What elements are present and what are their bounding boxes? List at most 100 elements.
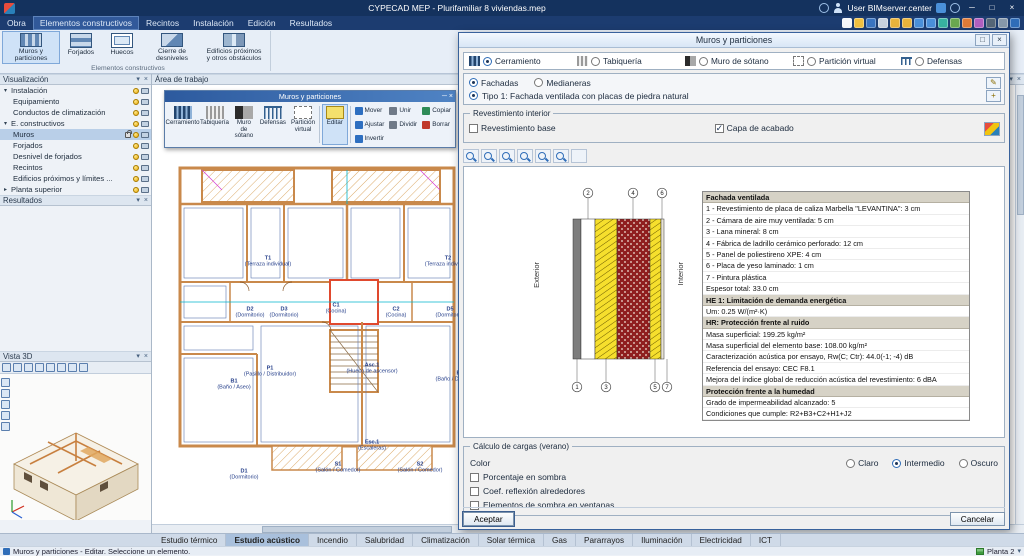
current-floor-label[interactable]: Planta 2	[987, 547, 1015, 556]
zoom-window-icon[interactable]	[481, 149, 497, 163]
pan-view-icon[interactable]	[57, 363, 66, 372]
menu-tab-resultados[interactable]: Resultados	[283, 16, 340, 30]
visibility-bulb-icon[interactable]	[133, 165, 139, 171]
ribbon-forjados-button[interactable]: Forjados	[61, 31, 101, 64]
tab-ict[interactable]: ICT	[751, 534, 781, 546]
print-layer-icon[interactable]	[141, 132, 149, 138]
tab-estudio-acustico[interactable]: Estudio acústico	[226, 534, 309, 546]
minimize-button[interactable]: ─	[964, 2, 980, 14]
pan-icon[interactable]	[938, 18, 948, 28]
ajustar-button[interactable]: Ajustar	[353, 118, 387, 131]
scrollbar-thumb[interactable]	[1017, 95, 1024, 215]
close-icon[interactable]: ×	[144, 353, 148, 360]
checkbox[interactable]	[470, 473, 479, 482]
radio-button[interactable]	[469, 78, 478, 87]
visibility-bulb-icon[interactable]	[133, 121, 139, 127]
print-layer-icon[interactable]	[141, 121, 149, 127]
top-view-icon[interactable]	[24, 363, 33, 372]
save-icon[interactable]	[866, 18, 876, 28]
tree-item-instalacion[interactable]: ▾ Instalación	[0, 85, 151, 96]
walk-tool-icon[interactable]	[1, 400, 10, 409]
tree-item-e-constructivos[interactable]: ▾ E. constructivos	[0, 118, 151, 129]
mover-button[interactable]: Mover	[353, 104, 387, 117]
fachadas-option[interactable]: Fachadas	[469, 78, 518, 88]
tab-gas[interactable]: Gas	[544, 534, 576, 546]
tree-item-desnivel-forjados[interactable]: Desnivel de forjados	[0, 151, 151, 162]
light-tool-icon[interactable]	[1, 422, 10, 431]
radio-button[interactable]	[846, 459, 855, 468]
print-layer-icon[interactable]	[141, 176, 149, 182]
cerramiento-tool-button[interactable]: Cerramiento	[167, 104, 198, 145]
bimserver-icon[interactable]	[936, 3, 946, 13]
wall-type-defensas[interactable]: Defensas	[896, 56, 1004, 66]
porcentaje-sombra-checkbox[interactable]: Porcentaje en sombra	[470, 470, 998, 484]
cancelar-button[interactable]: Cancelar	[950, 512, 1005, 526]
aceptar-button[interactable]: Aceptar	[463, 512, 514, 526]
tree-item-muros[interactable]: Muros	[0, 129, 151, 140]
wall-type-cerramiento[interactable]: Cerramiento	[464, 56, 572, 66]
radio-button[interactable]	[915, 57, 924, 66]
tab-solar-termica[interactable]: Solar térmica	[479, 534, 544, 546]
close-icon[interactable]: ×	[449, 91, 453, 102]
tree-item-edificios-proximos[interactable]: Edificios próximos y límites ...	[0, 173, 151, 184]
tree-item-conductos[interactable]: Conductos de climatización	[0, 107, 151, 118]
tab-incendio[interactable]: Incendio	[309, 534, 357, 546]
zoom-extents-icon[interactable]	[499, 149, 515, 163]
floor-plan[interactable]: T1(Terraza individual)T2(Terraza individ…	[172, 154, 462, 504]
tree-item-planta-superior[interactable]: ▸ Planta superior	[0, 184, 151, 195]
tab-electricidad[interactable]: Electricidad	[692, 534, 751, 546]
section-tool-icon[interactable]	[1, 411, 10, 420]
dialog-maximize-button[interactable]: □	[975, 34, 990, 46]
tab-pararrayos[interactable]: Pararrayos	[576, 534, 633, 546]
vista3d-viewport[interactable]	[0, 374, 151, 520]
scrollbar-thumb[interactable]	[262, 526, 452, 533]
visibility-bulb-icon[interactable]	[133, 99, 139, 105]
print-layer-icon[interactable]	[141, 143, 149, 149]
ribbon-edificios-proximos-button[interactable]: Edificios próximos y otros obstáculos	[202, 31, 266, 64]
dialog-close-button[interactable]: ×	[992, 34, 1007, 46]
print-layer-icon[interactable]	[141, 88, 149, 94]
orbit-tool-icon[interactable]	[1, 389, 10, 398]
floor-selector-icon[interactable]	[976, 548, 984, 555]
expander-icon[interactable]: ▸	[2, 186, 9, 193]
close-icon[interactable]: ×	[1017, 76, 1021, 83]
visibility-bulb-icon[interactable]	[133, 88, 139, 94]
unir-button[interactable]: Unir	[387, 104, 419, 117]
close-icon[interactable]: ×	[144, 76, 148, 83]
sync-icon[interactable]	[819, 3, 829, 13]
open-file-icon[interactable]	[854, 18, 864, 28]
user-label[interactable]: User BIMserver.center	[847, 3, 932, 13]
minimize-icon[interactable]: ─	[442, 91, 447, 102]
revestimiento-base-checkbox[interactable]: Revestimiento base	[469, 123, 556, 133]
borrar-button[interactable]: Borrar	[420, 118, 453, 131]
close-button[interactable]: ×	[1004, 2, 1020, 14]
collapse-icon[interactable]: ▾	[136, 197, 140, 204]
zoom-out-icon[interactable]	[553, 149, 569, 163]
collapse-icon[interactable]: ▾	[136, 76, 140, 83]
export-image-icon[interactable]	[571, 149, 587, 163]
muro-sotano-tool-button[interactable]: Muro de sótano	[231, 104, 257, 145]
print-layer-icon[interactable]	[141, 154, 149, 160]
render-settings-icon[interactable]	[79, 363, 88, 372]
zoom-view-icon[interactable]	[68, 363, 77, 372]
wall-type-particion-virtual[interactable]: Partición virtual	[788, 56, 896, 66]
expander-icon[interactable]: ▾	[2, 87, 9, 94]
redo-icon[interactable]	[902, 18, 912, 28]
settings-icon[interactable]	[998, 18, 1008, 28]
radio-button[interactable]	[591, 57, 600, 66]
tree-item-equipamiento[interactable]: Equipamiento	[0, 96, 151, 107]
menu-tab-recintos[interactable]: Recintos	[139, 16, 186, 30]
radio-button[interactable]	[699, 57, 708, 66]
coef-reflexion-checkbox[interactable]: Coef. reflexión alrededores	[470, 484, 998, 498]
visibility-bulb-icon[interactable]	[133, 176, 139, 182]
layers-icon[interactable]	[962, 18, 972, 28]
capa-acabado-checkbox[interactable]: Capa de acabado	[715, 123, 794, 133]
color-oscuro-option[interactable]: Oscuro	[959, 458, 998, 468]
web-icon[interactable]	[950, 3, 960, 13]
redraw-icon[interactable]	[463, 149, 479, 163]
visibility-bulb-icon[interactable]	[133, 187, 139, 193]
menu-tab-elementos-constructivos[interactable]: Elementos constructivos	[33, 16, 139, 30]
zoom-previous-icon[interactable]	[517, 149, 533, 163]
tab-salubridad[interactable]: Salubridad	[357, 534, 413, 546]
select-tool-icon[interactable]	[1, 378, 10, 387]
